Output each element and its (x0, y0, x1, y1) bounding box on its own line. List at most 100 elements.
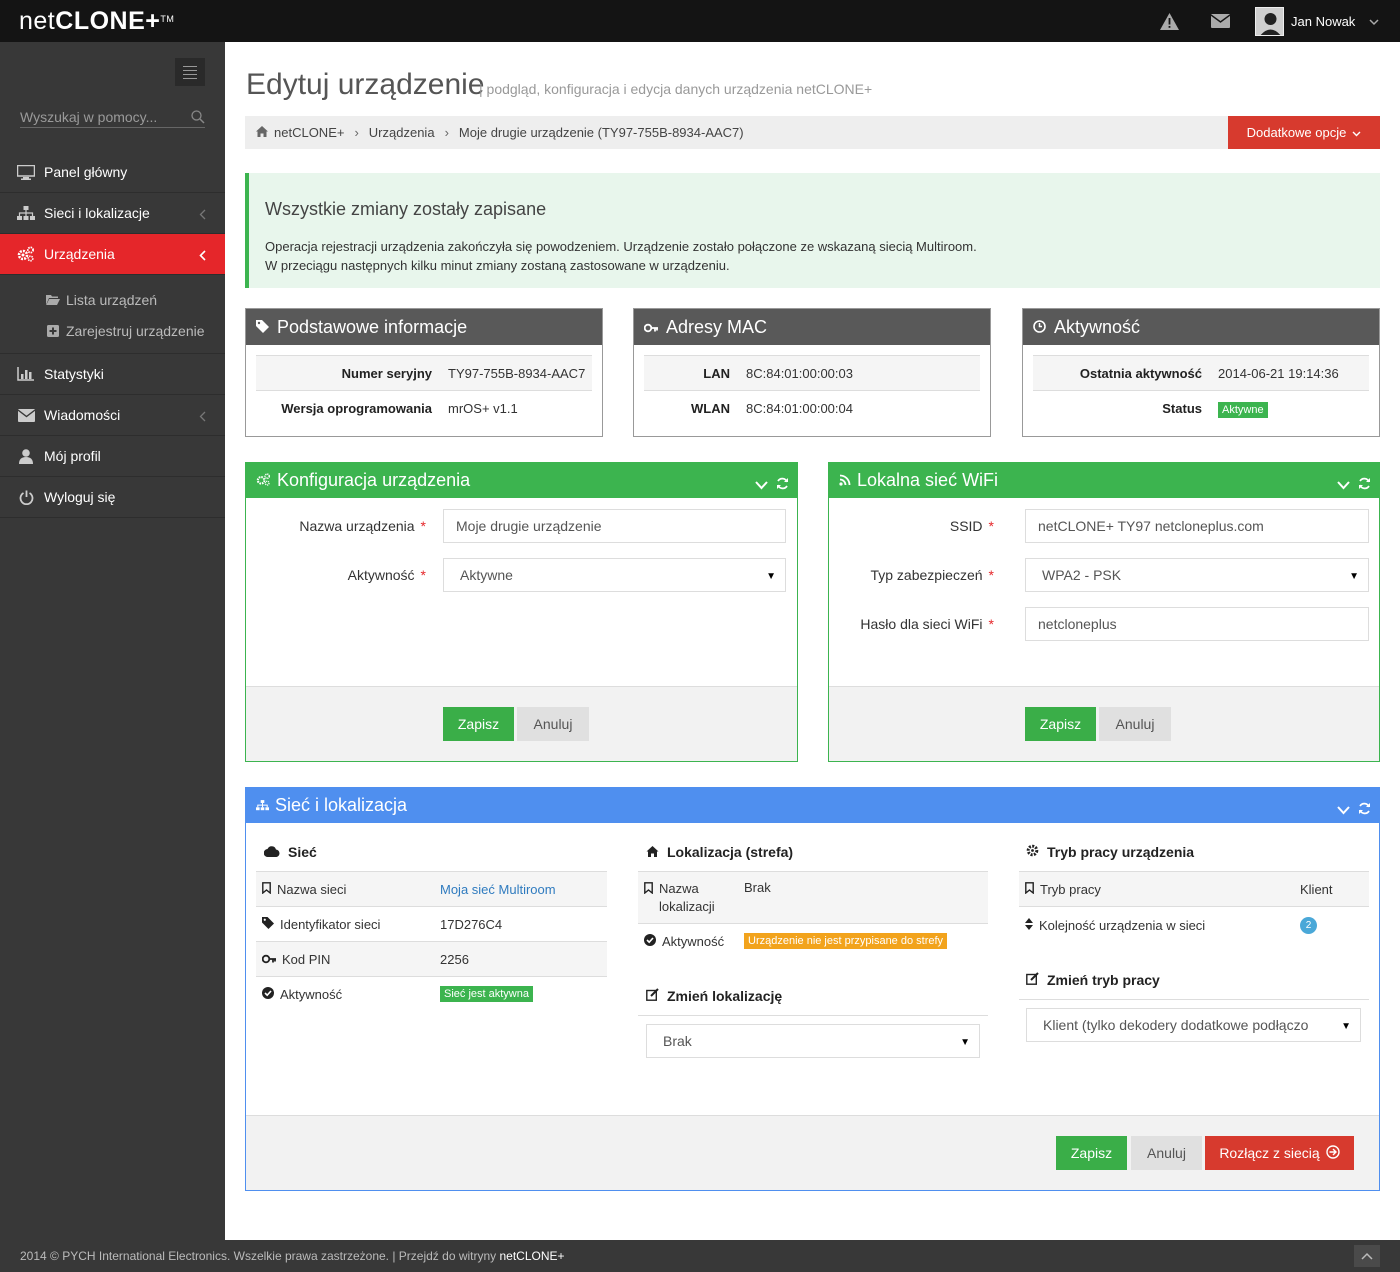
ssid-input[interactable]: netCLONE+ TY97 netcloneplus.com (1025, 509, 1369, 543)
work-mode-select[interactable]: Klient (tylko dekodery dodatkowe podłącz… (1026, 1008, 1361, 1042)
save-button[interactable]: Zapisz (1056, 1136, 1127, 1170)
user-menu[interactable]: Jan Nowak (1255, 6, 1379, 36)
sidebar-item-statistics[interactable]: Statystyki (0, 354, 225, 395)
brand-site-link[interactable]: netCLONE+ (500, 1249, 565, 1263)
cogs-icon (17, 246, 35, 262)
sidebar-item-messages[interactable]: Wiadomości (0, 395, 225, 436)
box-title: Aktywność (1054, 316, 1141, 337)
chevron-right-icon: › (354, 125, 359, 140)
panel-title: Sieć i lokalizacja (275, 795, 408, 815)
table-row: Aktywność Urządzenie nie jest przypisane… (638, 923, 988, 958)
bookmark-icon (1025, 881, 1034, 897)
network-id: 17D276C4 (440, 916, 503, 932)
select-value: Aktywne (460, 567, 513, 583)
wifi-password-input[interactable]: netcloneplus (1025, 607, 1369, 641)
activity-select[interactable]: Aktywne ▼ (443, 558, 786, 592)
sidebar-item-devices[interactable]: Urządzenia (0, 234, 225, 275)
chevron-left-icon (199, 409, 206, 425)
work-mode: Klient (1300, 881, 1333, 897)
power-icon (17, 489, 35, 505)
alert-title: Wszystkie zmiany zostały zapisane (265, 199, 547, 219)
alert-text: Operacja rejestracji urządzenia zakończy… (265, 239, 977, 254)
cogs-icon (256, 470, 271, 491)
tag-icon (256, 317, 269, 338)
info-key: Status (1162, 400, 1202, 416)
sidebar-item-networks[interactable]: Sieci i lokalizacje (0, 193, 225, 234)
collapse-icon[interactable] (1337, 799, 1350, 820)
check-circle-icon (262, 986, 274, 1002)
mac-address-box: Adresy MAC LAN 8C:84:01:00:00:03 WLAN 8C:8… (633, 308, 991, 437)
breadcrumb-home[interactable]: netCLONE+ (274, 125, 344, 140)
network-status-badge: Sieć jest aktywna (440, 986, 533, 1002)
panel-footer: Zapisz Anuluj (246, 686, 797, 761)
folder-open-icon (46, 293, 60, 306)
cancel-button[interactable]: Anuluj (1131, 1136, 1202, 1170)
envelope-icon[interactable] (1210, 12, 1230, 30)
save-button[interactable]: Zapisz (1025, 707, 1096, 741)
breadcrumb-devices[interactable]: Urządzenia (369, 125, 435, 140)
key-icon (643, 317, 658, 338)
warning-icon[interactable] (1159, 12, 1179, 30)
refresh-icon[interactable] (776, 474, 789, 495)
device-order-badge: 2 (1300, 917, 1317, 934)
sidebar-item-dashboard[interactable]: Panel główny (0, 152, 225, 193)
sidebar-subitem-device-list[interactable]: Lista urządzeń (0, 284, 225, 315)
cancel-button[interactable]: Anuluj (517, 707, 589, 741)
lan-mac: 8C:84:01:00:00:03 (746, 365, 853, 381)
status-badge: Aktywne (1218, 401, 1268, 418)
mode-table: Tryb pracy Klient Kolejność urządzenia w… (1019, 871, 1369, 944)
device-name-input[interactable]: Moje drugie urządzenie (443, 509, 786, 543)
security-type-select[interactable]: WPA2 - PSK ▼ (1025, 558, 1369, 592)
sort-icon (1025, 918, 1033, 933)
sidebar-item-label: Mój profil (44, 448, 101, 464)
avatar (1255, 6, 1284, 36)
chevron-up-icon (1361, 1249, 1373, 1263)
search-input[interactable] (20, 106, 180, 128)
collapse-icon[interactable] (755, 474, 768, 495)
network-location-panel: Sieć i lokalizacja Sieć Nazwa sieci Moja… (245, 787, 1380, 1191)
sidebar: Panel główny Sieci i lokalizacje Urządze… (0, 42, 225, 1240)
search-icon[interactable] (191, 110, 205, 127)
location-select[interactable]: Brak ▼ (646, 1024, 980, 1058)
menu-toggle-button[interactable] (175, 58, 205, 86)
panel-title: Lokalna sieć WiFi (857, 470, 999, 490)
refresh-icon[interactable] (1358, 474, 1371, 495)
sidebar-item-logout[interactable]: Wyloguj się (0, 477, 225, 518)
sidebar-item-profile[interactable]: Mój profil (0, 436, 225, 477)
envelope-icon (17, 407, 35, 423)
arrow-circle-right-icon (1325, 1144, 1340, 1162)
sitemap-icon (256, 795, 269, 816)
help-search (20, 106, 205, 128)
disconnect-button[interactable]: Rozłącz z siecią (1205, 1136, 1354, 1170)
app-logo[interactable]: netCLONE+TM (19, 7, 174, 35)
chevron-left-icon (199, 207, 206, 223)
refresh-icon[interactable] (1358, 799, 1371, 820)
chevron-down-icon (1369, 13, 1379, 29)
select-value: WPA2 - PSK (1042, 567, 1122, 583)
wlan-mac: 8C:84:01:00:00:04 (746, 400, 853, 416)
collapse-icon[interactable] (1337, 474, 1350, 495)
info-key: WLAN (691, 400, 730, 416)
field-label: Hasło dla sieci WiFi * (860, 616, 994, 632)
save-button[interactable]: Zapisz (443, 707, 514, 741)
sidebar-item-label: Statystyki (44, 366, 104, 382)
mode-section-title: Tryb pracy urządzenia (1026, 844, 1194, 860)
sidebar-item-label: Sieci i lokalizacje (44, 205, 150, 221)
top-bar: netCLONE+TM Jan Nowak (0, 0, 1400, 42)
edit-icon (646, 988, 659, 1004)
network-section-title: Sieć (263, 844, 317, 860)
table-row: Tryb pracy Klient (1019, 871, 1369, 906)
bookmark-icon (644, 882, 653, 897)
page-footer: 2014 © PYCH International Electronics. W… (0, 1240, 1400, 1272)
sidebar-subitem-register-device[interactable]: Zarejestruj urządzenie (0, 315, 225, 346)
cloud-icon (263, 844, 280, 860)
username: Jan Nowak (1291, 13, 1356, 29)
table-row: Aktywność Sieć jest aktywna (256, 976, 607, 1011)
box-title: Podstawowe informacje (277, 316, 468, 337)
more-options-button[interactable]: Dodatkowe opcje (1228, 116, 1380, 149)
location-status-badge: Urządzenie nie jest przypisane do strefy (744, 933, 948, 949)
cancel-button[interactable]: Anuluj (1099, 707, 1171, 741)
network-name-link[interactable]: Moja sieć Multiroom (440, 882, 556, 897)
scroll-top-button[interactable] (1354, 1245, 1380, 1267)
location-table: Nazwa lokalizacji Brak Aktywność Urządzen… (638, 871, 988, 958)
